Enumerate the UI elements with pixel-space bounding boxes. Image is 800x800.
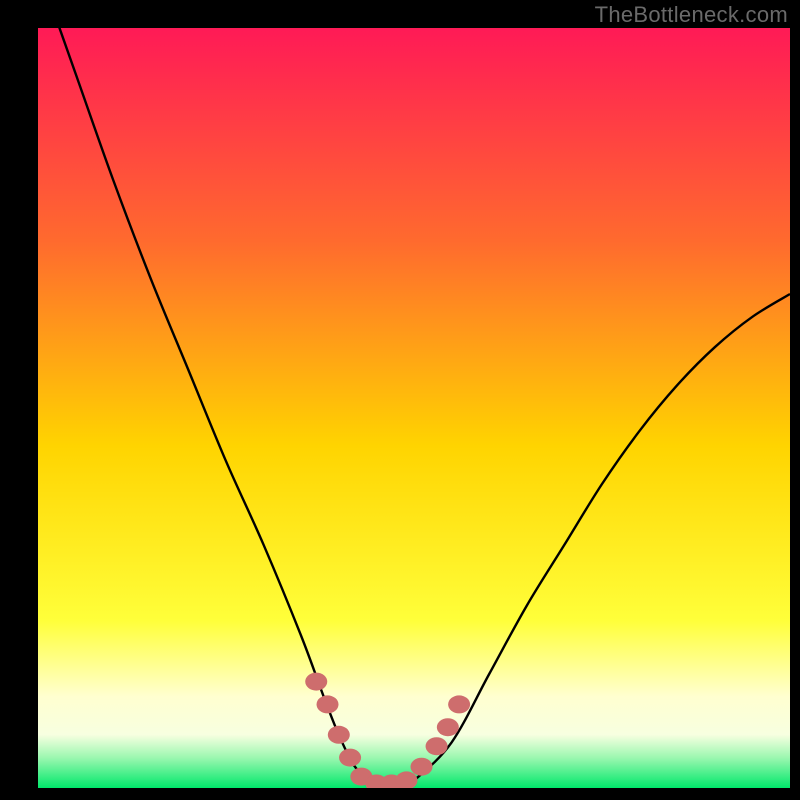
marker-dot (395, 771, 417, 789)
marker-dot (411, 758, 433, 776)
marker-dot (305, 673, 327, 691)
gradient-background (38, 28, 790, 788)
marker-dot (339, 749, 361, 767)
bottleneck-chart (0, 0, 800, 800)
marker-dot (426, 737, 448, 755)
marker-dot (328, 726, 350, 744)
marker-dot (437, 718, 459, 736)
marker-dot (448, 695, 470, 713)
watermark-label: TheBottleneck.com (595, 2, 788, 28)
chart-stage: TheBottleneck.com (0, 0, 800, 800)
marker-dot (317, 695, 339, 713)
